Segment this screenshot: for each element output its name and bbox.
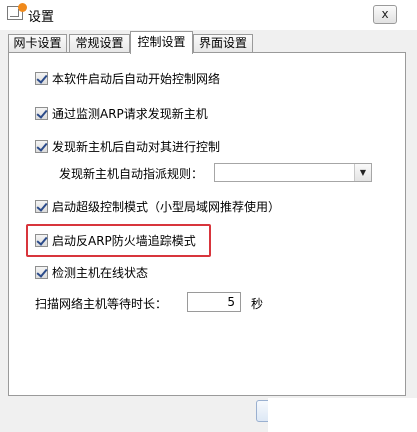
checkbox[interactable] bbox=[35, 106, 48, 120]
scan-wait-input[interactable]: 5 bbox=[187, 292, 241, 312]
option-control-new-host[interactable]: 发现新主机后自动对其进行控制 bbox=[35, 138, 220, 154]
scan-wait-unit: 秒 bbox=[251, 296, 264, 311]
tab-interface-settings[interactable]: 界面设置 bbox=[193, 34, 253, 53]
scan-wait-label: 扫描网络主机等待时长： bbox=[35, 296, 168, 311]
app-icon bbox=[7, 3, 27, 20]
tab-nic-settings[interactable]: 网卡设置 bbox=[8, 34, 67, 53]
assign-rule-select[interactable]: ▼ bbox=[214, 163, 372, 182]
option-label: 通过监测ARP请求发现新主机 bbox=[52, 106, 208, 121]
assign-rule-row: 发现新主机自动指派规则： bbox=[59, 165, 203, 181]
occluded-area bbox=[268, 398, 417, 432]
checkbox[interactable] bbox=[35, 199, 48, 213]
scan-wait-row: 扫描网络主机等待时长： bbox=[35, 295, 167, 311]
option-auto-start-control[interactable]: 本软件启动后自动开始控制网络 bbox=[35, 70, 220, 86]
scan-wait-unit-row: 秒 bbox=[251, 295, 263, 311]
checkbox[interactable] bbox=[35, 139, 48, 153]
checkbox[interactable] bbox=[35, 71, 48, 85]
tab-general-settings[interactable]: 常规设置 bbox=[69, 34, 130, 53]
title-bar: 设置 x bbox=[0, 0, 417, 30]
checkbox[interactable] bbox=[35, 233, 48, 247]
window-title: 设置 bbox=[28, 10, 55, 25]
chevron-down-icon[interactable]: ▼ bbox=[354, 164, 371, 181]
option-super-control[interactable]: 启动超级控制模式（小型局域网推荐使用） bbox=[35, 198, 280, 214]
tab-control-settings[interactable]: 控制设置 bbox=[130, 31, 193, 54]
option-label: 启动超级控制模式（小型局域网推荐使用） bbox=[52, 199, 281, 214]
option-label: 本软件启动后自动开始控制网络 bbox=[52, 71, 221, 86]
option-arp-monitor[interactable]: 通过监测ARP请求发现新主机 bbox=[35, 105, 208, 121]
option-label: 检测主机在线状态 bbox=[52, 265, 149, 280]
settings-window: 设置 x 网卡设置 常规设置 控制设置 界面设置 本软件启动后自动开始控制网络 … bbox=[0, 0, 417, 432]
option-anti-arp-firewall[interactable]: 启动反ARP防火墙追踪模式 bbox=[35, 232, 196, 248]
assign-rule-label: 发现新主机自动指派规则： bbox=[59, 166, 204, 181]
option-label: 启动反ARP防火墙追踪模式 bbox=[52, 233, 196, 248]
checkbox[interactable] bbox=[35, 265, 48, 279]
option-label: 发现新主机后自动对其进行控制 bbox=[52, 139, 221, 154]
close-button[interactable]: x bbox=[373, 5, 397, 24]
option-online-detect[interactable]: 检测主机在线状态 bbox=[35, 264, 148, 280]
